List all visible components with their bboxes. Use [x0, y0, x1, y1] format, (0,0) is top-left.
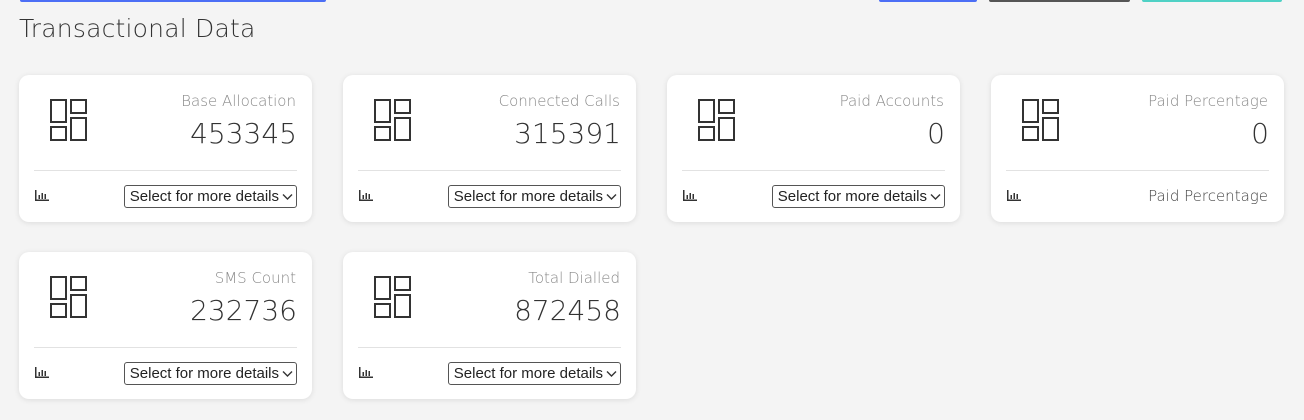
chevron-down-icon	[930, 193, 941, 200]
kpi-value: 872458	[514, 294, 621, 327]
kpi-value: 315391	[514, 117, 621, 150]
kpi-card-connected-calls: Connected Calls 315391 Select for more d…	[343, 75, 636, 222]
bar-chart-icon[interactable]	[35, 367, 49, 378]
details-select-value: Select for more details	[453, 365, 603, 382]
chevron-down-icon	[606, 193, 617, 200]
dashboard-layout-icon	[698, 99, 735, 141]
details-select[interactable]: Select for more details	[447, 185, 621, 208]
kpi-label: Connected Calls	[498, 92, 620, 110]
dashboard-layout-icon	[50, 276, 87, 318]
details-select-value: Select for more details	[453, 188, 603, 205]
details-select[interactable]: Select for more details	[123, 185, 297, 208]
top-button-strip	[0, 0, 1304, 4]
kpi-label: Base Allocation	[181, 92, 296, 110]
dashboard-layout-icon	[50, 99, 87, 141]
bar-chart-icon[interactable]	[683, 190, 697, 201]
kpi-card-paid-accounts: Paid Accounts 0 Select for more details	[667, 75, 960, 222]
chevron-down-icon	[606, 370, 617, 377]
card-divider	[34, 170, 297, 171]
dashboard-layout-icon	[374, 276, 411, 318]
details-select-value: Select for more details	[777, 188, 927, 205]
card-divider	[358, 347, 621, 348]
kpi-card-base-allocation: Base Allocation 453345 Select for more d…	[19, 75, 312, 222]
card-divider	[682, 170, 945, 171]
kpi-value: 453345	[190, 117, 297, 150]
chevron-down-icon	[282, 370, 293, 377]
details-select-value: Select for more details	[129, 188, 279, 205]
details-select[interactable]: Select for more details	[447, 362, 621, 385]
kpi-card-sms-count: SMS Count 232736 Select for more details	[19, 252, 312, 399]
details-text: Paid Percentage	[1148, 187, 1268, 205]
details-select-value: Select for more details	[129, 365, 279, 382]
kpi-label: Paid Accounts	[839, 92, 944, 110]
card-divider	[1006, 170, 1269, 171]
kpi-label: Paid Percentage	[1148, 92, 1268, 110]
details-select[interactable]: Select for more details	[771, 185, 945, 208]
card-divider	[358, 170, 621, 171]
top-button-blue-edge[interactable]	[879, 0, 977, 2]
kpi-label: SMS Count	[214, 269, 296, 287]
top-button-dark-edge[interactable]	[989, 0, 1130, 2]
top-button-teal-edge[interactable]	[1142, 0, 1282, 2]
kpi-card-total-dialled: Total Dialled 872458 Select for more det…	[343, 252, 636, 399]
bar-chart-icon[interactable]	[359, 367, 373, 378]
dashboard-layout-icon	[1022, 99, 1059, 141]
card-divider	[34, 347, 297, 348]
kpi-value: 232736	[190, 294, 297, 327]
bar-chart-icon[interactable]	[1007, 190, 1021, 201]
kpi-card-paid-percentage: Paid Percentage 0 Paid Percentage	[991, 75, 1284, 222]
kpi-value: 0	[1251, 117, 1269, 150]
chevron-down-icon	[282, 193, 293, 200]
dashboard-layout-icon	[374, 99, 411, 141]
kpi-label: Total Dialled	[528, 269, 620, 287]
page-title: Transactional Data	[19, 14, 256, 43]
bar-chart-icon[interactable]	[359, 190, 373, 201]
kpi-value: 0	[927, 117, 945, 150]
details-select[interactable]: Select for more details	[123, 362, 297, 385]
bar-chart-icon[interactable]	[35, 190, 49, 201]
top-button-left-edge[interactable]	[20, 0, 326, 2]
